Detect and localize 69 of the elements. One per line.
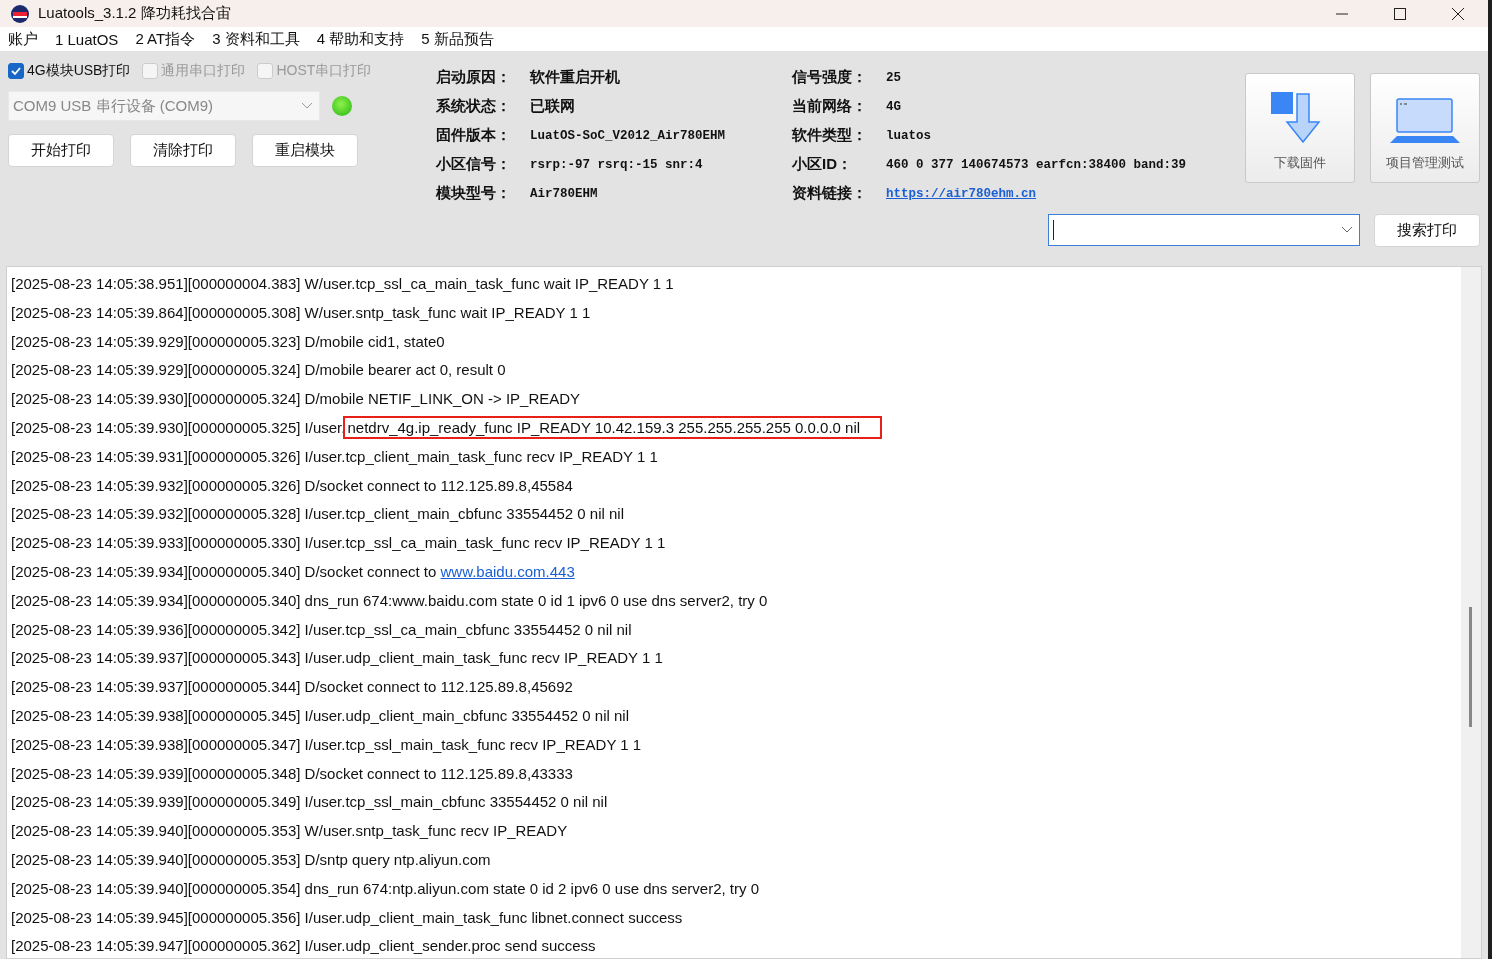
info-value: LuatOS-SoC_V2012_Air780EHM <box>530 128 726 143</box>
action-button[interactable]: 重启模块 <box>252 134 358 167</box>
info-label: 模块型号： <box>436 184 512 203</box>
app-logo-icon <box>10 3 30 24</box>
menu-item[interactable]: 2 AT指令 <box>135 29 196 49</box>
log-line: [2025-08-23 14:05:39.934][000000005.340] dns_run 674:www.baidu.com state 0 id 1 ipv6 0 use dns server2, try 0 <box>11 590 769 611</box>
log-link[interactable]: www.baidu.com.443 <box>440 562 575 580</box>
close-icon[interactable] <box>1452 7 1464 20</box>
log-line: [2025-08-23 14:05:39.929][000000005.324] D/mobile bearer act 0, result 0 <box>11 360 507 381</box>
action-button[interactable]: 清除打印 <box>130 134 236 167</box>
log-line: [2025-08-23 14:05:39.932][000000005.326] D/socket connect to 112.125.89.8,45584 <box>11 475 574 496</box>
menu-item[interactable]: 3 资料和工具 <box>212 29 300 49</box>
info-label: 软件类型： <box>792 126 868 145</box>
menu-item[interactable]: 5 新品预告 <box>421 29 494 49</box>
log-line: [2025-08-23 14:05:39.929][000000005.323] D/mobile cid1, state0 <box>11 331 446 352</box>
log-line: [2025-08-23 14:05:39.937][000000005.344] D/socket connect to 112.125.89.8,45692 <box>11 677 574 698</box>
log-line: [2025-08-23 14:05:39.945][000000005.356] I/user.udp_client_main_task_func libnet.connect success <box>11 907 684 928</box>
log-line: [2025-08-23 14:05:39.940][000000005.354] dns_run 674:ntp.aliyun.com state 0 id 2 ipv6 0 use dns server2, try 0 <box>11 878 760 899</box>
log-line: [2025-08-23 14:05:38.951][000000004.383] W/user.tcp_ssl_ca_main_task_func wait IP_READY 1 1 <box>11 274 675 294</box>
log-line: [2025-08-23 14:05:39.931][000000005.326] I/user.tcp_client_main_task_func recv IP_READY 1 1 <box>11 446 659 467</box>
action-button[interactable]: 开始打印 <box>8 134 114 167</box>
log-line: [2025-08-23 14:05:39.930][000000005.324] D/mobile NETIF_LINK_ON -> IP_READY <box>11 389 582 410</box>
info-label: 固件版本： <box>436 126 512 145</box>
info-value: 软件重启开机 <box>530 68 620 87</box>
window-title: Luatools_3.1.2 降功耗找合宙 <box>38 4 231 23</box>
log-line: [2025-08-23 14:05:39.933][000000005.330] I/user.tcp_ssl_ca_main_task_func recv IP_READY 1 1 <box>11 533 667 554</box>
info-value: Air780EHM <box>530 186 598 201</box>
log-line: [2025-08-23 14:05:39.940][000000005.353] W/user.sntp_task_func recv IP_READY <box>11 821 569 842</box>
info-label: 当前网络： <box>792 97 868 116</box>
chevron-down-icon <box>301 102 313 110</box>
log-line: [2025-08-23 14:05:39.940][000000005.353] D/sntp query ntp.aliyun.com <box>11 849 492 870</box>
log-line: [2025-08-23 14:05:39.932][000000005.328] I/user.tcp_client_main_cbfunc 33554452 0 nil nil <box>11 504 625 525</box>
menu-item[interactable]: 账户 <box>8 29 38 49</box>
menu-item[interactable]: 4 帮助和支持 <box>316 29 405 49</box>
maximize-icon[interactable] <box>1394 7 1406 20</box>
info-label: 资料链接： <box>792 184 868 203</box>
info-value: luatos <box>886 128 931 143</box>
chevron-down-icon[interactable] <box>1341 226 1353 234</box>
info-label: 小区信号： <box>436 155 512 174</box>
search-print-button[interactable]: 搜索打印 <box>1374 214 1480 247</box>
info-label: 信号强度： <box>792 68 868 87</box>
print-option-checkbox[interactable]: 4G模块USB打印 <box>8 62 131 80</box>
log-line: [2025-08-23 14:05:39.864][000000005.308] W/user.sntp_task_func wait IP_READY 1 1 <box>11 302 592 323</box>
info-label: 小区ID： <box>792 155 853 174</box>
log-line: [2025-08-23 14:05:39.939][000000005.349] I/user.tcp_ssl_main_cbfunc 33554452 0 nil nil <box>11 792 609 813</box>
checkmark-icon <box>10 65 22 77</box>
log-line: [2025-08-23 14:05:39.947][000000005.362] I/user.udp_client_sender.proc send success <box>11 936 597 957</box>
info-value: 460 0 377 140674573 earfcn:38400 band:39 <box>886 157 1187 172</box>
tool-button[interactable]: 下载固件 <box>1245 73 1355 183</box>
tool-button[interactable]: 项目管理测试 <box>1370 73 1480 183</box>
info-value: 已联网 <box>530 97 575 116</box>
info-value: 25 <box>886 70 901 85</box>
log-line: [2025-08-23 14:05:39.934][000000005.340] D/socket connect to www.baidu.com.443 <box>11 561 576 582</box>
info-value: rsrp:-97 rsrq:-15 snr:4 <box>530 157 703 172</box>
search-field[interactable] <box>1048 214 1360 246</box>
log-line: [2025-08-23 14:05:39.936][000000005.342] I/user.tcp_ssl_ca_main_cbfunc 33554452 0 nil nil <box>11 619 633 640</box>
log-line: [2025-08-23 14:05:39.937][000000005.343] I/user.udp_client_main_task_func recv IP_READY 1 1 <box>11 648 664 669</box>
log-line: [2025-08-23 14:05:39.930][000000005.325] I/user.netdrv_4g.ip_ready_func IP_READY 10.42.159.3 255.255.255.255 0.0.0.0 nil <box>11 414 1461 443</box>
log-line: [2025-08-23 14:05:39.938][000000005.347] I/user.tcp_ssl_main_task_func recv IP_READY 1 1 <box>11 734 643 755</box>
scrollbar[interactable] <box>1461 267 1481 958</box>
info-link[interactable]: https://air780ehm.cn <box>886 186 1037 201</box>
info-label: 启动原因： <box>436 68 512 87</box>
laptop-icon <box>1390 98 1460 144</box>
menu-item[interactable]: 1 LuatOS <box>55 30 119 48</box>
info-label: 系统状态： <box>436 97 512 116</box>
info-value: 4G <box>886 99 901 114</box>
log-line: [2025-08-23 14:05:39.939][000000005.348] D/socket connect to 112.125.89.8,43333 <box>11 763 574 784</box>
log-line: [2025-08-23 14:05:39.938][000000005.345] I/user.udp_client_main_cbfunc 33554452 0 nil nil <box>11 705 630 726</box>
highlight-box: netdrv_4g.ip_ready_func IP_READY 10.42.159.3 255.255.255.255 0.0.0.0 nil <box>345 418 881 437</box>
